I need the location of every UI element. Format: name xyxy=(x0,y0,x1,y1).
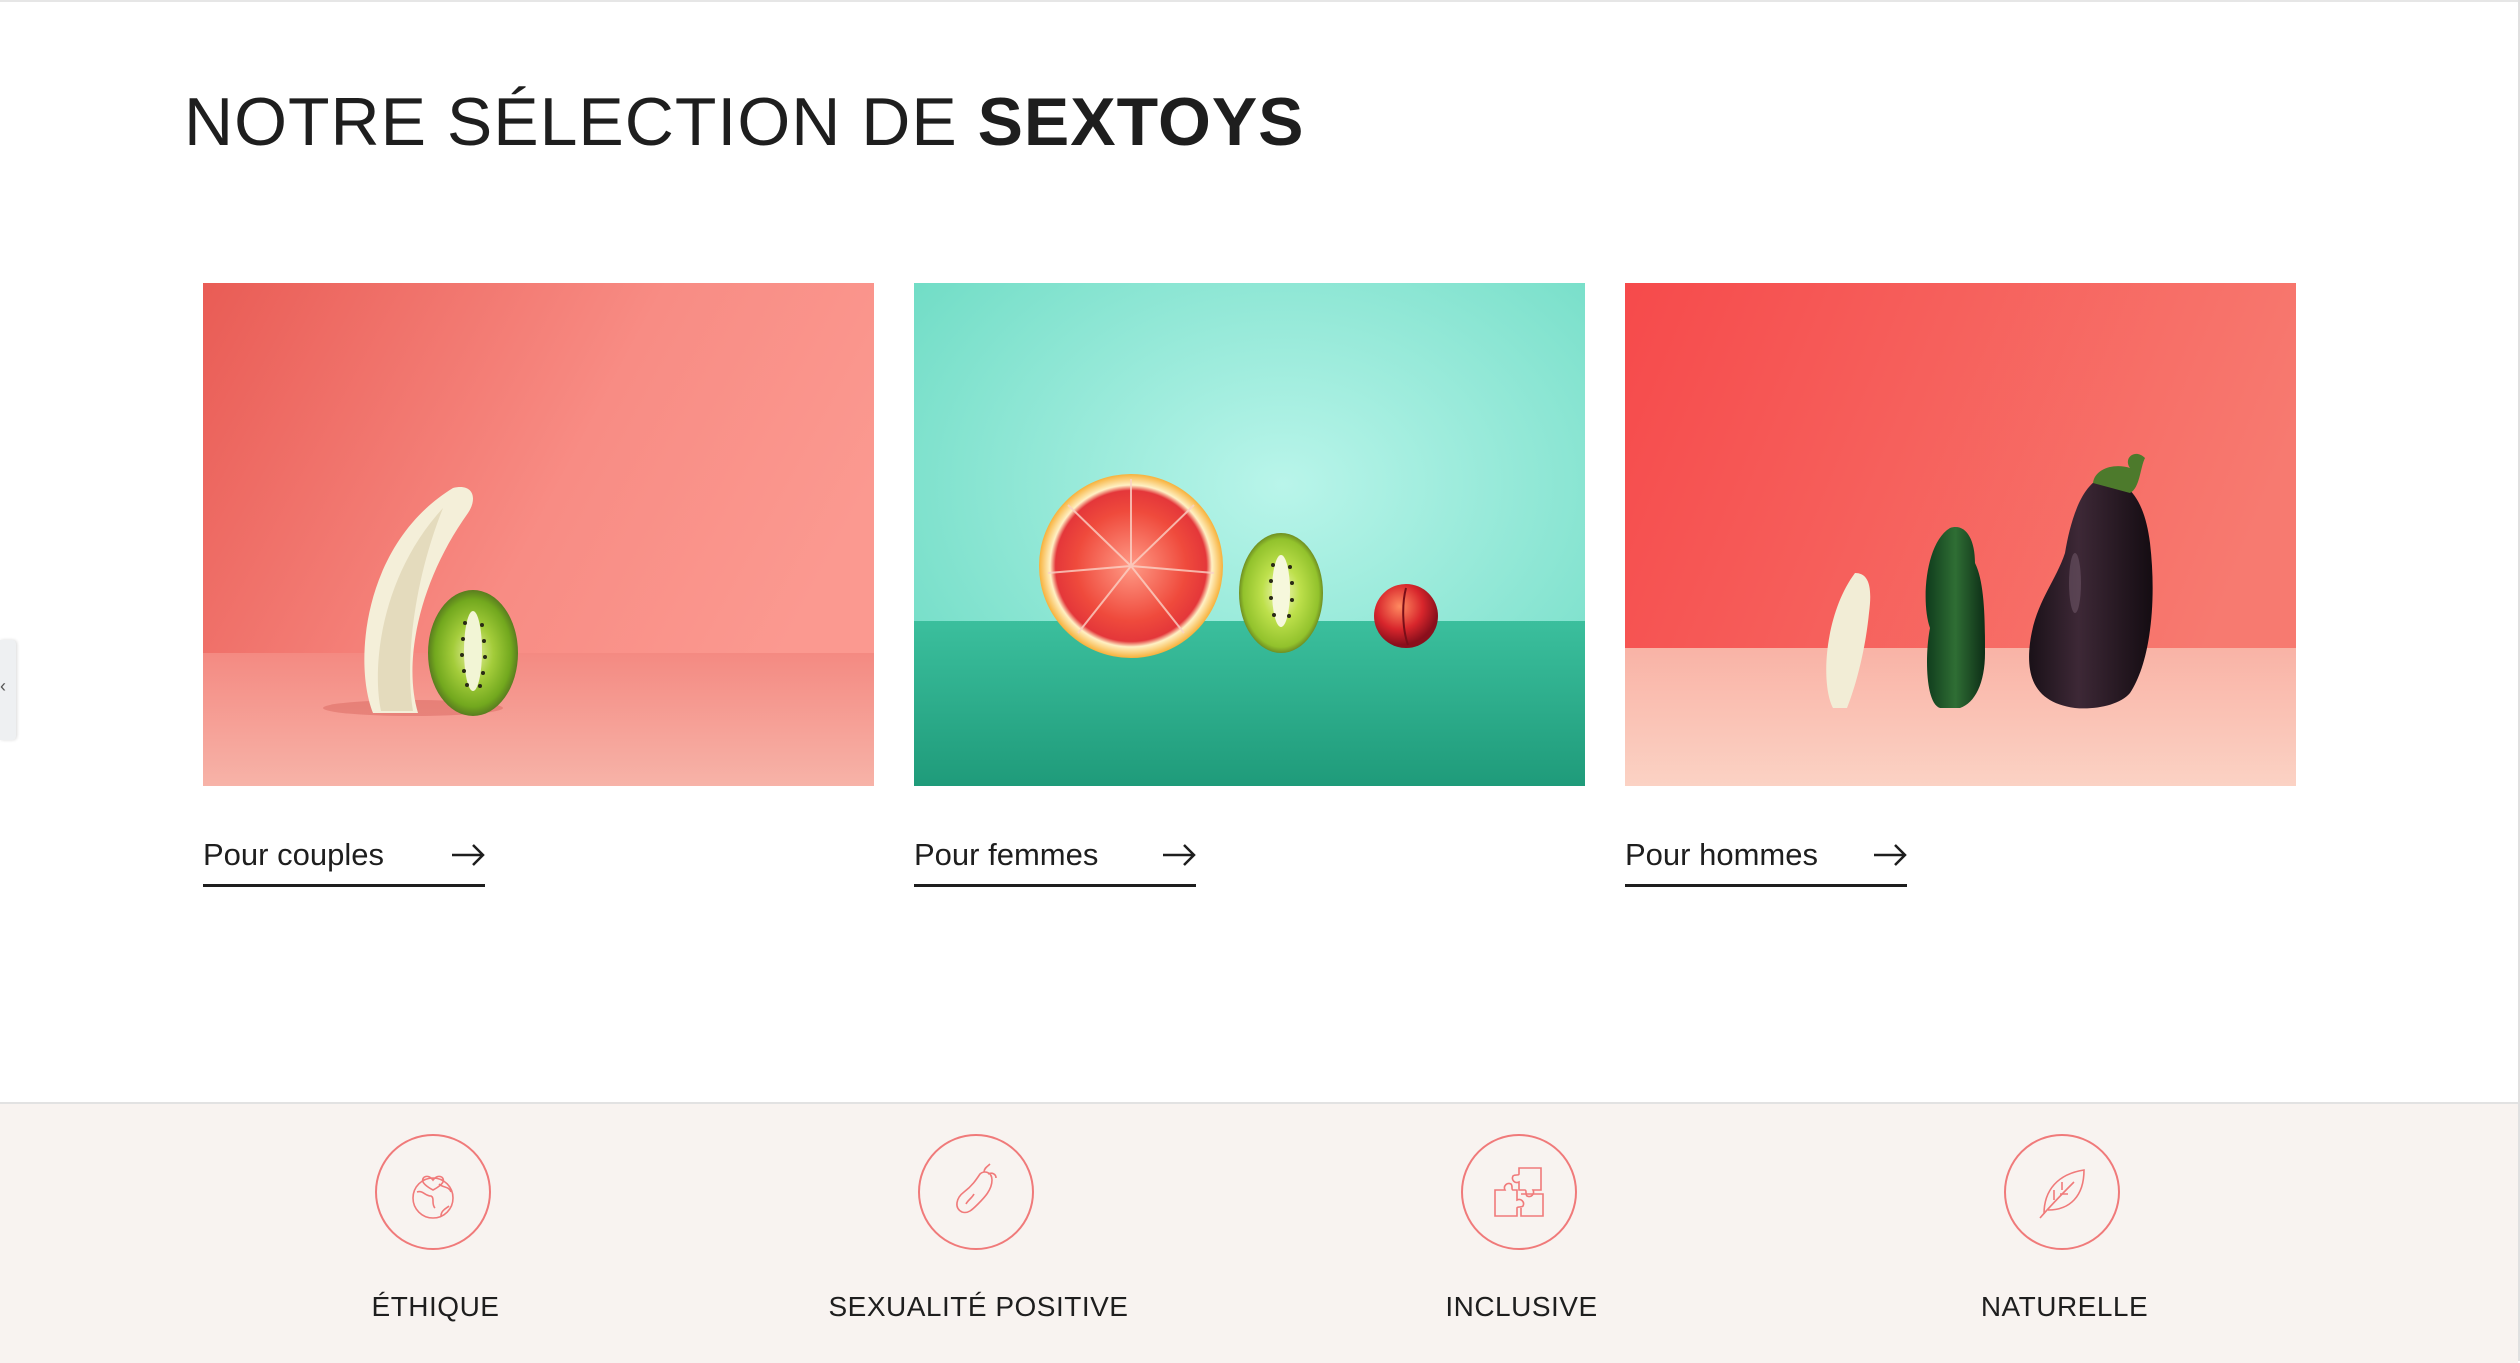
section-title: NOTRE SÉLECTION DE SEXTOYS xyxy=(184,82,1305,162)
eggplant-icon xyxy=(918,1134,1034,1250)
value-naturelle: NATURELLE xyxy=(1793,1104,2336,1363)
category-card-femmes[interactable]: Pour femmes xyxy=(914,283,1585,887)
category-card-hommes[interactable]: Pour hommes xyxy=(1625,283,2296,887)
section-title-bold: SEXTOYS xyxy=(977,84,1305,160)
side-drawer-tab[interactable]: ‹ xyxy=(0,640,16,740)
category-image-couples[interactable] xyxy=(203,283,874,786)
category-image-hommes[interactable] xyxy=(1625,283,2296,786)
arrow-right-icon xyxy=(1874,844,1907,866)
values-bar: ÉTHIQUE SEXUALITÉ POSITIVE INCLUSIVE NAT… xyxy=(0,1102,2518,1363)
puzzle-icon xyxy=(1461,1134,1577,1250)
arrow-right-icon xyxy=(452,844,485,866)
category-link-femmes[interactable]: Pour femmes xyxy=(914,831,1196,887)
category-link-label: Pour hommes xyxy=(1625,837,1818,872)
value-label: SEXUALITÉ POSITIVE xyxy=(828,1291,1129,1322)
leaf-icon xyxy=(2004,1134,2120,1250)
category-card-couples[interactable]: Pour couples xyxy=(203,283,874,887)
value-label: INCLUSIVE xyxy=(1445,1291,1598,1322)
section-title-light: NOTRE SÉLECTION DE xyxy=(184,84,978,160)
category-link-label: Pour femmes xyxy=(914,837,1099,872)
category-link-hommes[interactable]: Pour hommes xyxy=(1625,831,1907,887)
arrow-right-icon xyxy=(1163,844,1196,866)
top-border xyxy=(0,0,2520,2)
value-inclusive: INCLUSIVE xyxy=(1250,1104,1793,1363)
category-image-femmes[interactable] xyxy=(914,283,1585,786)
value-sexualite-positive: SEXUALITÉ POSITIVE xyxy=(707,1104,1250,1363)
value-label: ÉTHIQUE xyxy=(371,1291,500,1322)
category-link-couples[interactable]: Pour couples xyxy=(203,831,485,887)
earth-heart-icon xyxy=(375,1134,491,1250)
chevron-left-icon: ‹ xyxy=(0,676,6,696)
value-label: NATURELLE xyxy=(1980,1291,2149,1322)
value-ethique: ÉTHIQUE xyxy=(164,1104,707,1363)
category-link-label: Pour couples xyxy=(203,837,384,872)
